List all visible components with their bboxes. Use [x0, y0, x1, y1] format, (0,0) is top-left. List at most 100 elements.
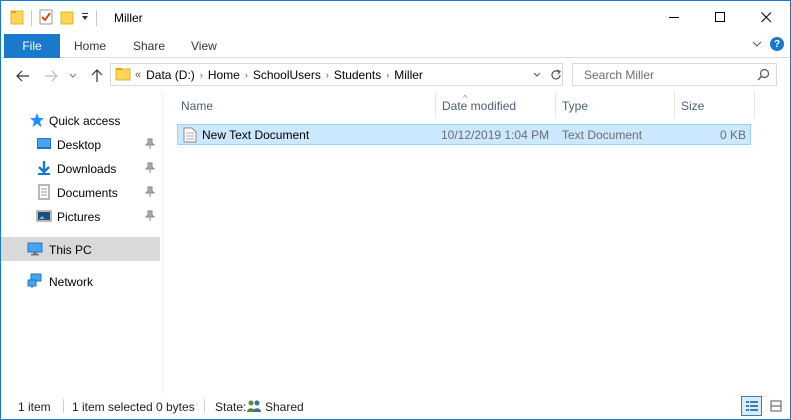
view-switcher — [741, 396, 786, 416]
shared-users-icon — [247, 400, 261, 412]
sidebar-item-this-pc[interactable]: This PC — [1, 237, 160, 261]
breadcrumb-item[interactable]: Miller — [389, 68, 428, 82]
details-view-icon — [745, 401, 758, 411]
star-icon — [30, 113, 44, 127]
quick-access-toolbar — [10, 9, 97, 27]
search-input[interactable]: Search Miller — [572, 63, 777, 86]
chevron-down-icon — [69, 73, 77, 78]
sidebar-item-pictures[interactable]: Pictures — [1, 204, 160, 228]
sidebar-item-network[interactable]: Network — [1, 269, 160, 293]
refresh-icon — [551, 68, 561, 79]
document-icon — [38, 184, 50, 200]
pictures-icon — [36, 210, 52, 222]
sidebar-item-label: Documents — [57, 186, 118, 200]
tab-share[interactable]: Share — [133, 34, 165, 58]
network-icon — [27, 273, 42, 288]
sidebar-item-downloads[interactable]: Downloads — [1, 156, 160, 180]
status-state-value: Shared — [265, 400, 304, 414]
computer-icon — [27, 242, 43, 256]
column-name[interactable]: Name — [181, 93, 213, 118]
sidebar-item-label: This PC — [49, 243, 92, 257]
sidebar-item-label: Network — [49, 275, 94, 289]
status-state-label: State: — [215, 400, 247, 414]
toolbar-separator — [31, 10, 32, 26]
address-dropdown-icon[interactable] — [532, 70, 542, 80]
file-type: Text Document — [562, 128, 643, 142]
ribbon-controls: ? — [752, 37, 784, 51]
column-type[interactable]: Type — [562, 93, 588, 118]
column-divider[interactable] — [555, 93, 556, 118]
pane-divider[interactable] — [162, 93, 163, 393]
tab-home[interactable]: Home — [74, 34, 106, 58]
folder-icon — [10, 9, 24, 28]
breadcrumb-item[interactable]: Data (D:) — [141, 68, 200, 82]
status-divider — [63, 399, 64, 413]
file-row[interactable]: New Text Document 10/12/2019 1:04 PM Tex… — [177, 124, 751, 145]
status-divider — [204, 399, 205, 413]
maximize-button[interactable] — [697, 1, 743, 33]
pin-icon[interactable] — [145, 186, 155, 198]
sidebar-item-label: Desktop — [57, 138, 102, 152]
details-view-button[interactable] — [741, 396, 762, 416]
breadcrumb: « Data (D:) › Home › SchoolUsers › Stude… — [135, 68, 428, 82]
new-folder-icon[interactable] — [60, 9, 74, 28]
status-bar: 1 item 1 item selected 0 bytes State: Sh… — [1, 393, 790, 419]
explorer-window: Miller File Home Share View ? « Data (D:… — [0, 0, 791, 420]
sidebar-item-desktop[interactable]: Desktop — [1, 132, 160, 156]
customize-toolbar-icon[interactable] — [81, 11, 89, 25]
sidebar-item-label: Downloads — [57, 162, 117, 176]
column-divider[interactable] — [754, 93, 755, 118]
large-icons-view-icon — [770, 400, 781, 412]
text-file-icon — [183, 127, 197, 143]
sidebar-item-label: Pictures — [57, 210, 101, 224]
column-size[interactable]: Size — [681, 93, 704, 118]
sidebar-item-label: Quick access — [49, 114, 121, 128]
breadcrumb-item[interactable]: SchoolUsers — [248, 68, 326, 82]
properties-icon[interactable] — [39, 9, 53, 28]
close-icon — [760, 11, 771, 22]
column-divider[interactable] — [435, 93, 436, 118]
status-item-count: 1 item — [18, 400, 51, 414]
navigation-pane: Quick access Desktop Downloads Documents… — [1, 93, 161, 393]
title-bar: Miller — [1, 1, 790, 34]
up-button[interactable] — [88, 67, 106, 85]
download-arrow-icon — [38, 161, 50, 175]
ribbon: File Home Share View ? — [1, 34, 790, 58]
forward-arrow-icon — [45, 70, 58, 82]
minimize-icon — [668, 16, 679, 18]
breadcrumb-item[interactable]: Home — [203, 68, 245, 82]
search-placeholder: Search Miller — [584, 67, 655, 82]
close-button[interactable] — [743, 1, 789, 33]
maximize-icon — [714, 11, 725, 22]
pin-icon[interactable] — [145, 162, 155, 174]
sidebar-item-documents[interactable]: Documents — [1, 180, 160, 204]
refresh-button[interactable] — [547, 63, 565, 86]
pin-icon[interactable] — [145, 138, 155, 150]
breadcrumb-item[interactable]: Students — [329, 68, 386, 82]
minimize-button[interactable] — [651, 1, 697, 33]
folder-icon — [115, 66, 131, 85]
status-selected-size: 0 bytes — [156, 400, 195, 414]
column-headers: ^ Name Date modified Type Size — [163, 93, 790, 118]
back-button[interactable] — [14, 67, 32, 85]
forward-button[interactable] — [42, 67, 60, 85]
pin-icon[interactable] — [145, 210, 155, 222]
tab-view[interactable]: View — [191, 34, 217, 58]
status-selected-count: 1 item selected — [72, 400, 153, 414]
toolbar-separator — [96, 10, 97, 26]
column-divider[interactable] — [674, 93, 675, 118]
tab-file[interactable]: File — [4, 34, 60, 58]
back-arrow-icon — [16, 70, 29, 82]
large-icons-view-button[interactable] — [765, 396, 786, 416]
sidebar-item-quick-access[interactable]: Quick access — [1, 108, 160, 132]
search-icon — [757, 68, 770, 81]
address-bar[interactable]: « Data (D:) › Home › SchoolUsers › Stude… — [110, 63, 563, 86]
column-date-modified[interactable]: Date modified — [442, 93, 516, 118]
file-size: 0 KB — [719, 128, 746, 142]
recent-locations-button[interactable] — [64, 67, 82, 85]
file-date-modified: 10/12/2019 1:04 PM — [441, 128, 550, 142]
desktop-folder-icon — [37, 138, 51, 149]
help-icon[interactable]: ? — [770, 37, 784, 51]
file-name: New Text Document — [202, 128, 310, 142]
expand-ribbon-icon[interactable] — [752, 37, 762, 51]
